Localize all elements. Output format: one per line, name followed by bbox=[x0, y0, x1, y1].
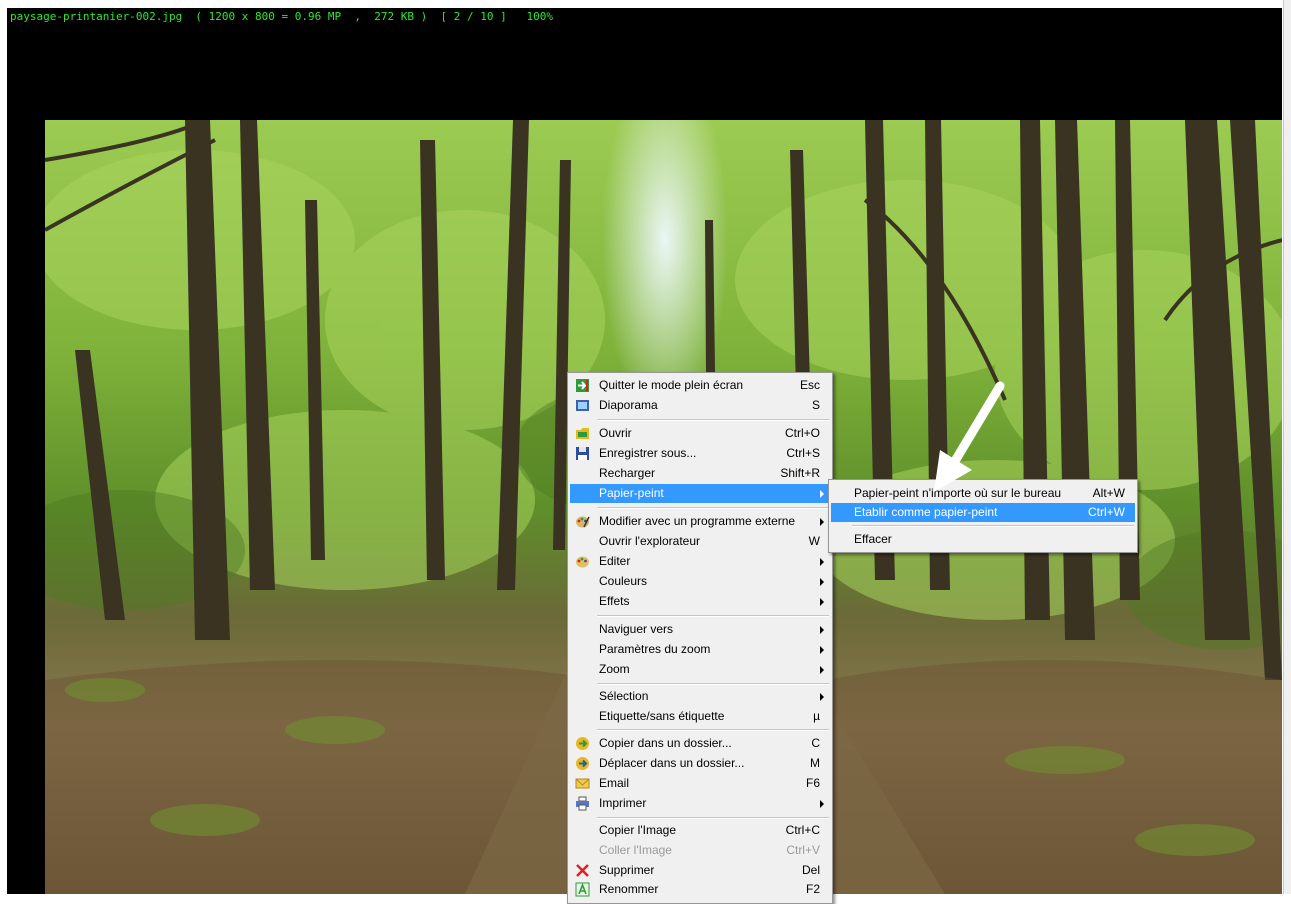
menu-separator bbox=[597, 683, 829, 685]
rename-icon bbox=[575, 882, 590, 897]
menu-item-copy-image[interactable]: Copier l'Image Ctrl+C bbox=[570, 821, 830, 840]
submenu-item-clear[interactable]: Effacer bbox=[831, 530, 1135, 549]
submenu-arrow-icon bbox=[820, 558, 824, 566]
email-icon bbox=[575, 778, 590, 789]
menu-item-colors[interactable]: Couleurs bbox=[570, 572, 830, 591]
move-to-folder-icon bbox=[576, 757, 589, 770]
menu-item-rename[interactable]: Renommer F2 bbox=[570, 880, 830, 899]
menu-item-reload[interactable]: Recharger Shift+R bbox=[570, 464, 830, 483]
menu-item-open[interactable]: Ouvrir Ctrl+O bbox=[570, 424, 830, 443]
menu-separator bbox=[597, 817, 829, 819]
submenu-arrow-icon bbox=[820, 693, 824, 701]
menu-item-delete[interactable]: Supprimer Del bbox=[570, 861, 830, 880]
menu-separator bbox=[597, 729, 829, 731]
submenu-arrow-icon bbox=[820, 518, 824, 526]
menu-item-email[interactable]: Email F6 bbox=[570, 774, 830, 793]
menu-item-selection[interactable]: Sélection bbox=[570, 687, 830, 706]
menu-item-tag-untag[interactable]: Etiquette/sans étiquette µ bbox=[570, 707, 830, 726]
slideshow-icon bbox=[576, 400, 589, 411]
printer-icon bbox=[576, 796, 589, 811]
menu-item-effects[interactable]: Effets bbox=[570, 592, 830, 611]
menu-item-paste-image: Coller l'Image Ctrl+V bbox=[599, 843, 820, 857]
submenu-item-set-as-wallpaper[interactable]: Etablir comme papier-peint Ctrl+W bbox=[831, 503, 1135, 522]
menu-item-wallpaper[interactable]: Papier-peint bbox=[570, 484, 830, 503]
annotation-arrow-icon bbox=[934, 381, 1005, 492]
submenu-arrow-icon bbox=[820, 490, 824, 498]
menu-item-zoom-settings[interactable]: Paramètres du zoom bbox=[570, 640, 830, 659]
menu-separator bbox=[597, 615, 829, 617]
submenu-arrow-icon bbox=[820, 646, 824, 654]
edit-palette-icon bbox=[576, 556, 589, 568]
copy-to-folder-icon bbox=[576, 737, 589, 750]
menu-item-edit[interactable]: Editer bbox=[570, 552, 830, 571]
open-folder-icon bbox=[576, 428, 589, 439]
palette-icon bbox=[576, 516, 590, 528]
exit-fullscreen-icon bbox=[576, 379, 589, 392]
menu-item-open-explorer[interactable]: Ouvrir l'explorateur W bbox=[570, 532, 830, 551]
menu-separator bbox=[597, 507, 829, 509]
menu-item-print[interactable]: Imprimer bbox=[570, 794, 830, 813]
menu-item-slideshow[interactable]: Diaporama S bbox=[570, 396, 830, 415]
submenu-arrow-icon bbox=[820, 626, 824, 634]
submenu-arrow-icon bbox=[820, 666, 824, 674]
menu-separator bbox=[597, 419, 829, 421]
submenu-arrow-icon bbox=[820, 598, 824, 606]
menu-item-exit-fullscreen[interactable]: Quitter le mode plein écran Esc bbox=[570, 376, 830, 395]
window-edge-scrollbar[interactable] bbox=[1283, 0, 1291, 894]
save-disk-icon bbox=[576, 447, 589, 460]
delete-x-icon bbox=[576, 864, 589, 877]
menu-item-edit-external[interactable]: Modifier avec un programme externe bbox=[570, 512, 830, 531]
image-info-status: paysage-printanier-002.jpg ( 1200 x 800 … bbox=[10, 10, 554, 23]
menu-separator bbox=[852, 525, 1134, 527]
menu-item-navigate-to[interactable]: Naviguer vers bbox=[570, 620, 830, 639]
submenu-arrow-icon bbox=[820, 800, 824, 808]
menu-item-copy-to-folder[interactable]: Copier dans un dossier... C bbox=[570, 734, 830, 753]
submenu-arrow-icon bbox=[820, 578, 824, 586]
menu-item-save-as[interactable]: Enregistrer sous... Ctrl+S bbox=[570, 444, 830, 463]
menu-item-move-to-folder[interactable]: Déplacer dans un dossier... M bbox=[570, 754, 830, 773]
menu-item-zoom[interactable]: Zoom bbox=[570, 660, 830, 679]
context-menu: Quitter le mode plein écran Esc Diaporam… bbox=[567, 372, 833, 904]
